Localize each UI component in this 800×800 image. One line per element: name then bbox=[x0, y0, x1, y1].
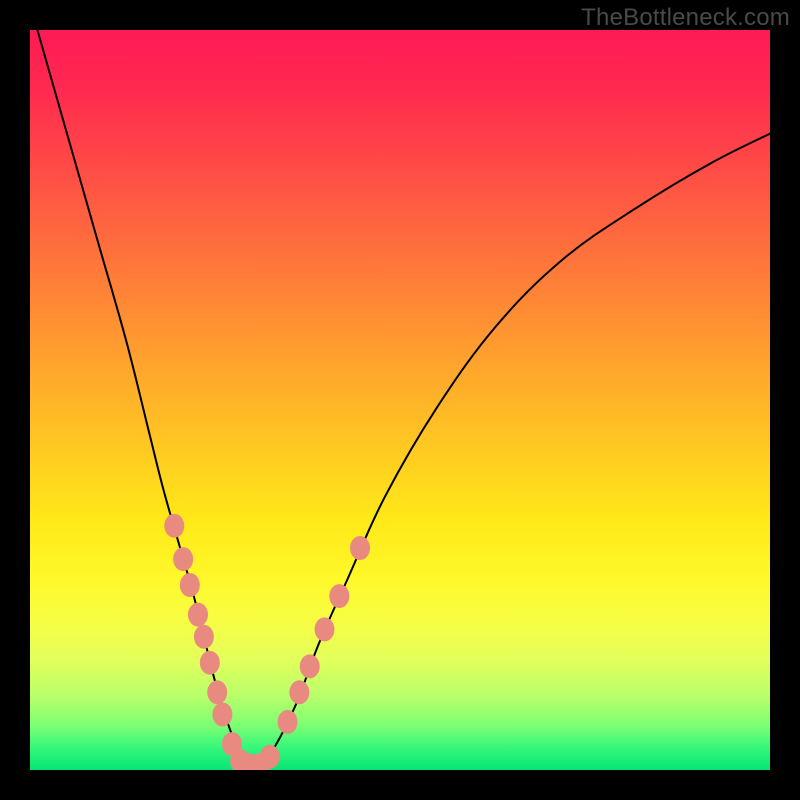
data-marker bbox=[207, 680, 227, 704]
chart-overlay bbox=[30, 30, 770, 770]
data-marker bbox=[300, 654, 320, 678]
data-marker bbox=[173, 547, 193, 571]
data-marker bbox=[315, 617, 335, 641]
data-marker bbox=[180, 573, 200, 597]
chart-container: TheBottleneck.com bbox=[0, 0, 800, 800]
watermark-text: TheBottleneck.com bbox=[581, 4, 790, 32]
plot-area bbox=[30, 30, 770, 770]
data-marker bbox=[260, 745, 280, 769]
data-marker bbox=[164, 514, 184, 538]
data-marker bbox=[329, 584, 349, 608]
bottleneck-curve bbox=[37, 30, 770, 769]
marker-group bbox=[164, 514, 370, 770]
data-marker bbox=[188, 603, 208, 627]
data-marker bbox=[212, 703, 232, 727]
data-marker bbox=[289, 680, 309, 704]
data-marker bbox=[194, 625, 214, 649]
data-marker bbox=[278, 710, 298, 734]
data-marker bbox=[350, 536, 370, 560]
data-marker bbox=[200, 651, 220, 675]
